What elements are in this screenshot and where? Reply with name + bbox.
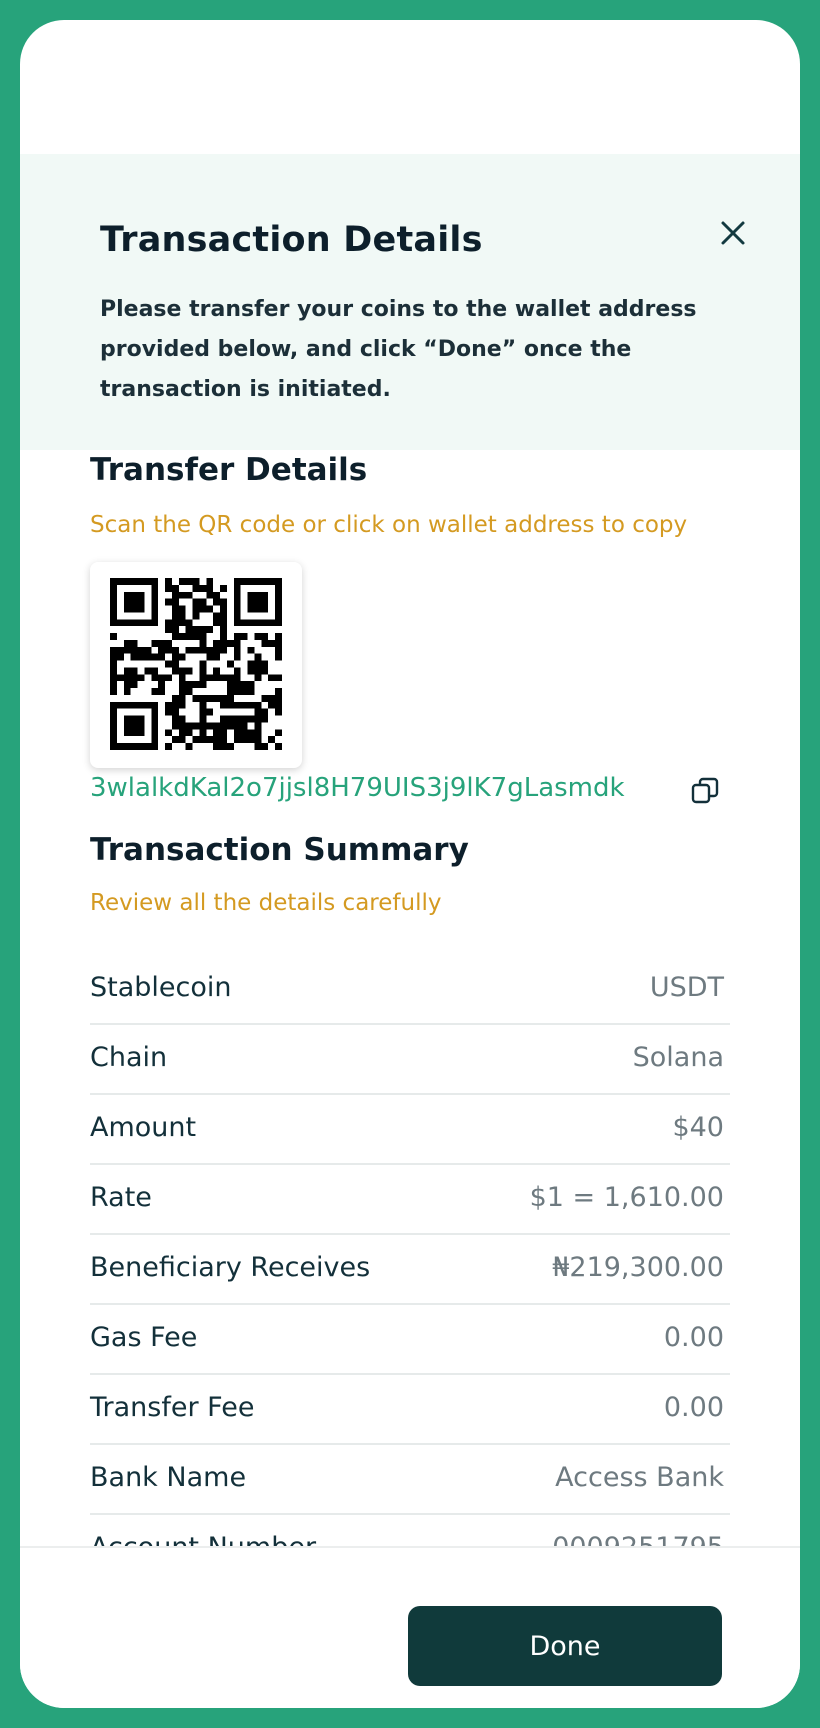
row-value: $1 = 1,610.00 xyxy=(529,1182,724,1213)
row-label: Bank Name xyxy=(90,1462,247,1493)
transfer-details-subtitle: Scan the QR code or click on wallet addr… xyxy=(90,512,688,538)
row-label: Chain xyxy=(90,1042,168,1073)
copy-button[interactable] xyxy=(690,776,720,806)
done-button[interactable]: Done xyxy=(408,1606,722,1686)
row-value: Access Bank xyxy=(555,1462,724,1493)
summary-row-amount: Amount $40 xyxy=(90,1095,730,1165)
row-label: Gas Fee xyxy=(90,1322,198,1353)
row-value: Solana xyxy=(632,1042,724,1073)
row-label: Beneficiary Receives xyxy=(90,1252,371,1283)
close-icon xyxy=(721,221,745,245)
modal-footer: Done xyxy=(20,1546,800,1708)
row-value: USDT xyxy=(649,972,724,1003)
modal-header: Transaction Details Please transfer your… xyxy=(20,154,800,450)
qr-code-card[interactable] xyxy=(90,562,302,768)
close-button[interactable] xyxy=(716,216,750,250)
qr-code xyxy=(110,578,282,750)
row-value: 0.00 xyxy=(663,1392,724,1423)
summary-row-gas-fee: Gas Fee 0.00 xyxy=(90,1305,730,1375)
summary-row-chain: Chain Solana xyxy=(90,1025,730,1095)
modal-description: Please transfer your coins to the wallet… xyxy=(100,297,697,402)
copy-icon xyxy=(691,777,719,804)
row-label: Amount xyxy=(90,1112,197,1143)
transaction-summary-title: Transaction Summary xyxy=(90,832,469,868)
summary-row-stablecoin: Stablecoin USDT xyxy=(90,955,730,1025)
transfer-details-title: Transfer Details xyxy=(90,452,368,488)
wallet-address[interactable]: 3wlalkdKal2o7jjsl8H79UIS3j9lK7gLasmdk xyxy=(90,773,625,803)
modal-frame: Transaction Details Please transfer your… xyxy=(20,20,800,1708)
row-label: Transfer Fee xyxy=(90,1392,255,1423)
row-value: $40 xyxy=(672,1112,724,1143)
summary-row-transfer-fee: Transfer Fee 0.00 xyxy=(90,1375,730,1445)
row-label: Stablecoin xyxy=(90,972,232,1003)
row-value: 0.00 xyxy=(663,1322,724,1353)
summary-row-rate: Rate $1 = 1,610.00 xyxy=(90,1165,730,1235)
modal-title: Transaction Details xyxy=(100,220,483,260)
summary-list: Stablecoin USDT Chain Solana Amount $40 … xyxy=(90,955,730,1585)
row-value: ₦219,300.00 xyxy=(552,1252,724,1283)
transaction-summary-subtitle: Review all the details carefully xyxy=(90,890,442,916)
row-label: Rate xyxy=(90,1182,152,1213)
summary-row-beneficiary-receives: Beneficiary Receives ₦219,300.00 xyxy=(90,1235,730,1305)
summary-row-bank-name: Bank Name Access Bank xyxy=(90,1445,730,1515)
